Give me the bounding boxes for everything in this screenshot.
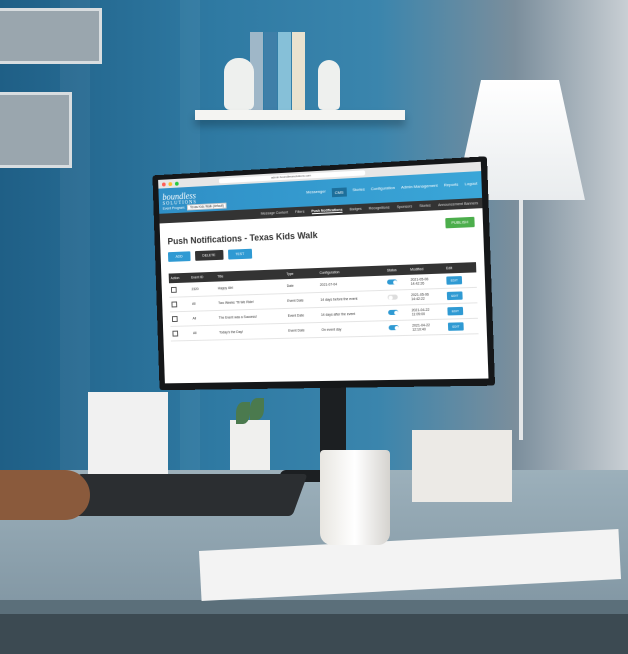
- top-nav-logout[interactable]: Logout: [464, 180, 477, 190]
- edit-button[interactable]: EDIT: [447, 306, 464, 316]
- top-nav-reports[interactable]: Reports: [444, 181, 459, 191]
- edit-button[interactable]: EDIT: [447, 322, 464, 331]
- office-photo: admin.boundlesssolutions.com boundless S…: [0, 0, 628, 654]
- coffee-mug: [320, 450, 390, 545]
- top-nav: Messenger CMS Stories Configuration Admi…: [306, 180, 477, 198]
- sub-nav-filters[interactable]: Filters: [295, 210, 305, 214]
- top-nav-messenger[interactable]: Messenger: [306, 188, 326, 198]
- gear-icon[interactable]: ⚙: [464, 262, 469, 268]
- test-button[interactable]: TEST: [227, 248, 252, 260]
- lamp-pole: [519, 200, 523, 440]
- table-tools: ⚙ ⤓: [464, 262, 474, 269]
- status-toggle[interactable]: [387, 279, 398, 285]
- modified-time: 12:10:40: [412, 327, 426, 332]
- cell-modified: 2021-05-06 14:42:26: [408, 273, 445, 290]
- cell-type: Event Date: [285, 307, 320, 324]
- wall-picture-frame: [0, 8, 102, 64]
- cell-modified: 2021-05-06 14:42:22: [408, 288, 446, 305]
- monitor: admin.boundlesssolutions.com boundless S…: [152, 156, 496, 391]
- monitor-screen: admin.boundlesssolutions.com boundless S…: [158, 161, 489, 384]
- cell-configuration: On event day: [319, 320, 388, 338]
- sub-nav-announcement-banners[interactable]: Announcement Banners: [438, 201, 478, 207]
- top-nav-admin-management[interactable]: Admin Management: [401, 182, 438, 193]
- delete-button[interactable]: DELETE: [194, 249, 224, 261]
- wall-picture-frame: [0, 92, 72, 168]
- row-checkbox[interactable]: [172, 330, 179, 337]
- sub-nav-badges[interactable]: Badges: [349, 207, 361, 212]
- desk-organizer: [412, 430, 512, 502]
- vase: [224, 58, 254, 110]
- hand: [0, 470, 90, 520]
- cell-event-id: All: [190, 310, 218, 326]
- cell-event-id: All: [190, 325, 218, 341]
- modified-time: 14:42:22: [411, 296, 425, 302]
- cell-event-id: All: [189, 295, 217, 312]
- cell-event-id: 2320: [189, 281, 217, 297]
- cell-title: Today's the Day!: [217, 323, 287, 340]
- keyboard: [62, 474, 308, 516]
- modified-time: 11:09:00: [411, 312, 426, 317]
- cell-type: Date: [284, 278, 319, 294]
- status-toggle[interactable]: [388, 324, 400, 331]
- sub-nav-sponsors[interactable]: Sponsors: [397, 204, 413, 209]
- sub-nav-push-notifications[interactable]: Push Notifications: [311, 207, 343, 214]
- add-button[interactable]: ADD: [167, 251, 191, 262]
- top-nav-configuration[interactable]: Configuration: [371, 184, 395, 194]
- publish-button[interactable]: PUBLISH: [444, 216, 475, 229]
- event-program-label: Event Program:: [162, 205, 186, 211]
- top-nav-stories[interactable]: Stories: [352, 186, 365, 196]
- sub-nav-recognitions[interactable]: Recognitions: [369, 205, 390, 210]
- book: [264, 32, 277, 110]
- status-toggle[interactable]: [387, 294, 399, 300]
- row-checkbox[interactable]: [170, 286, 177, 293]
- edit-button[interactable]: EDIT: [446, 276, 463, 285]
- vase: [318, 60, 340, 110]
- wall-shelf: [195, 110, 405, 120]
- close-icon[interactable]: [161, 181, 166, 187]
- plant-leaf: [250, 398, 264, 420]
- sub-nav-stories[interactable]: Stories: [419, 203, 431, 208]
- floor: [0, 614, 628, 654]
- row-checkbox[interactable]: [171, 315, 178, 322]
- notifications-table: Action Event ID Title Type Configuration…: [168, 262, 479, 342]
- main-content: PUBLISH Push Notifications - Texas Kids …: [160, 208, 487, 345]
- pen-holder: [88, 392, 168, 482]
- cell-type: Event Date: [284, 292, 319, 309]
- desk-edge: [0, 600, 628, 614]
- plant-leaf: [236, 402, 250, 424]
- minimize-icon[interactable]: [168, 181, 173, 186]
- cell-configuration: 14 days after the event: [318, 305, 387, 323]
- modified-time: 14:42:26: [410, 281, 425, 286]
- sub-nav-message-content[interactable]: Message Content: [261, 210, 288, 215]
- row-checkbox[interactable]: [171, 300, 178, 307]
- download-icon[interactable]: ⤓: [472, 262, 475, 268]
- event-program-select[interactable]: Texas Kids Walk (default): [187, 202, 227, 211]
- maximize-icon[interactable]: [174, 181, 179, 186]
- cell-modified: 2021-04-22 12:10:40: [409, 319, 447, 336]
- top-nav-cms[interactable]: CMS: [331, 186, 347, 197]
- cell-type: Event Date: [285, 322, 320, 339]
- wall-texture: [60, 0, 90, 480]
- book: [278, 32, 291, 110]
- cell-modified: 2021-04-22 11:09:00: [409, 303, 446, 321]
- plant-pot: [230, 420, 270, 470]
- book: [292, 32, 305, 110]
- status-toggle[interactable]: [388, 309, 399, 316]
- edit-button[interactable]: EDIT: [446, 291, 463, 301]
